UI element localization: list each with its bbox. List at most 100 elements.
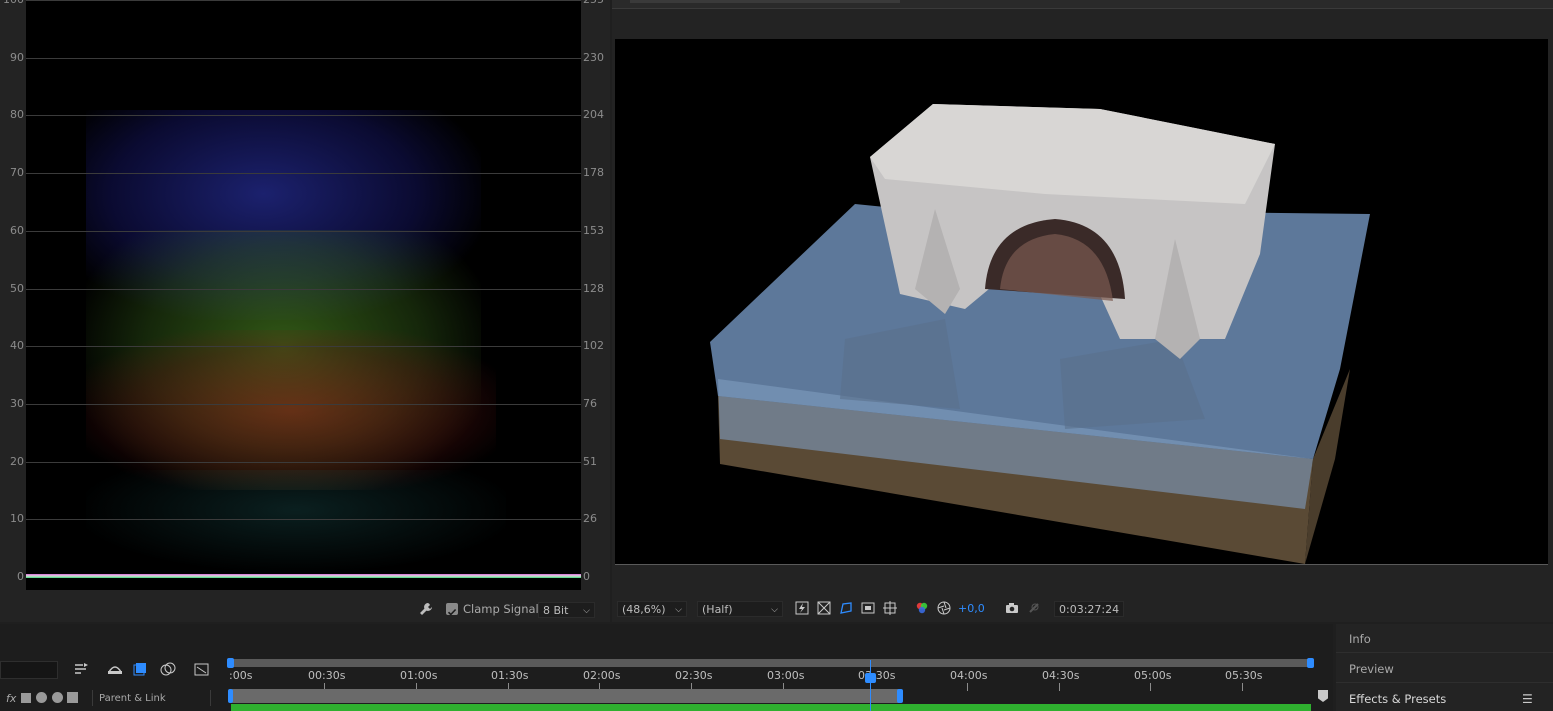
show-snapshot-icon[interactable] (1026, 601, 1042, 617)
scope-tick-left: 90 (10, 51, 24, 64)
layer-duration-bar[interactable] (231, 704, 1311, 711)
scope-tick-right: 0 (583, 570, 590, 583)
fast-previews-icon[interactable] (794, 601, 810, 617)
zoom-dropdown[interactable]: (48,6%) ⌵ (617, 601, 687, 617)
resolution-dropdown[interactable]: (Half) ⌵ (697, 601, 783, 617)
effects-presets-panel-tab[interactable]: Effects & Presets (1349, 692, 1446, 706)
exposure-value[interactable]: +0,0 (958, 602, 985, 615)
gridline (26, 231, 581, 232)
region-of-interest-icon[interactable] (860, 601, 876, 617)
clamp-signal-label: Clamp Signal (463, 602, 539, 616)
viewer-tab-bar (612, 0, 1553, 9)
column-divider (210, 690, 211, 706)
scope-tick-left: 70 (10, 166, 24, 179)
scope-tick-left: 60 (10, 224, 24, 237)
mask-path-visibility-icon[interactable] (838, 601, 854, 617)
frame-blending-icon[interactable] (160, 662, 176, 678)
scope-baseline (26, 574, 581, 578)
gridline (26, 115, 581, 116)
parent-link-column-header: Parent & Link (99, 693, 166, 704)
right-panels-stack: Info Preview Effects & Presets ☰ (1336, 624, 1553, 711)
scope-tick-right: 102 (583, 339, 604, 352)
chevron-down-icon: ⌵ (583, 606, 590, 616)
column-divider (92, 690, 93, 706)
draft-3d-icon[interactable] (107, 662, 123, 678)
show-channel-icon[interactable] (914, 601, 930, 617)
time-label: 05:30s (1225, 669, 1263, 682)
motion-blur-icon[interactable] (194, 662, 210, 678)
timeline-search-input[interactable] (0, 661, 58, 679)
navigator-start-handle[interactable] (227, 658, 234, 668)
bit-depth-dropdown[interactable]: 8 Bit ⌵ (538, 602, 595, 618)
clamp-signal-checkbox[interactable] (446, 603, 458, 616)
time-label: 02:30s (675, 669, 713, 682)
scope-tick-left: 80 (10, 108, 24, 121)
scope-tick-right: 26 (583, 512, 597, 525)
scope-tick-left: 100 (0, 0, 24, 6)
composition-canvas[interactable] (615, 39, 1548, 564)
playhead-line[interactable] (870, 660, 871, 711)
chevron-down-icon: ⌵ (771, 605, 778, 615)
scope-tick-left: 10 (10, 512, 24, 525)
time-tick (1242, 683, 1243, 691)
panel-menu-icon[interactable]: ☰ (1522, 692, 1533, 706)
fx-switch-label[interactable]: fx (6, 692, 16, 705)
gridline (26, 404, 581, 405)
scope-footer: Clamp Signal 8 Bit ⌵ (0, 598, 610, 622)
current-time-field[interactable]: 0:03:27:24 (1054, 601, 1124, 617)
comp-mini-flowchart-icon[interactable] (74, 662, 90, 678)
bridge-render-image (710, 104, 1370, 564)
3d-layer-switch-icon[interactable] (67, 692, 78, 703)
adjustment-layer-switch-icon[interactable] (52, 692, 63, 703)
time-label: :00s (229, 669, 253, 682)
time-label: 03:30s (858, 669, 896, 682)
gridline (26, 462, 581, 463)
chevron-down-icon: ⌵ (675, 605, 682, 615)
bit-depth-value: 8 Bit (543, 604, 569, 617)
transparency-grid-icon[interactable] (816, 601, 832, 617)
gridline (26, 289, 581, 290)
scope-tick-right: 255 (583, 0, 613, 6)
work-area-end-handle[interactable] (897, 689, 903, 703)
gridline (26, 346, 581, 347)
scope-tick-left: 40 (10, 339, 24, 352)
time-navigator-bar[interactable] (231, 659, 1311, 667)
info-panel-tab[interactable]: Info (1349, 632, 1371, 646)
time-tick (1150, 683, 1151, 691)
scope-tick-right: 128 (583, 282, 604, 295)
scope-tick-right: 51 (583, 455, 597, 468)
motion-blur-switch-icon[interactable] (36, 692, 47, 703)
scope-tick-right: 76 (583, 397, 597, 410)
time-label: 01:00s (400, 669, 438, 682)
viewer-toolbar: (48,6%) ⌵ (Half) ⌵ +0,0 0:03:27:24 (612, 598, 1553, 622)
time-label: 00:30s (308, 669, 346, 682)
scope-tick-left: 20 (10, 455, 24, 468)
hide-shy-layers-icon[interactable] (133, 662, 149, 678)
reset-exposure-icon[interactable] (936, 601, 952, 617)
work-area-start-handle[interactable] (228, 689, 233, 703)
time-label: 01:30s (491, 669, 529, 682)
time-label: 04:30s (1042, 669, 1080, 682)
viewer-tab[interactable] (630, 0, 900, 3)
wrench-icon[interactable] (418, 602, 434, 618)
snapshot-camera-icon[interactable] (1004, 601, 1020, 617)
scope-tick-right: 153 (583, 224, 604, 237)
work-area-bar[interactable] (231, 689, 901, 703)
preview-panel-tab[interactable]: Preview (1349, 662, 1394, 676)
navigator-end-handle[interactable] (1307, 658, 1314, 668)
timecode-value: 0:03:27:24 (1059, 603, 1120, 616)
scope-tick-right: 230 (583, 51, 604, 64)
waveform-teal (86, 470, 506, 570)
time-label: 02:00s (583, 669, 621, 682)
viewer-divider (615, 564, 1548, 565)
playhead-handle[interactable] (865, 673, 876, 683)
frame-blending-switch-icon[interactable] (21, 693, 31, 703)
gridline (26, 0, 581, 1)
zoom-value: (48,6%) (622, 603, 666, 616)
scope-tick-left: 30 (10, 397, 24, 410)
gridline (26, 173, 581, 174)
scope-tick-right: 204 (583, 108, 604, 121)
gridline (26, 58, 581, 59)
gridline (26, 519, 581, 520)
grid-guides-icon[interactable] (882, 601, 898, 617)
